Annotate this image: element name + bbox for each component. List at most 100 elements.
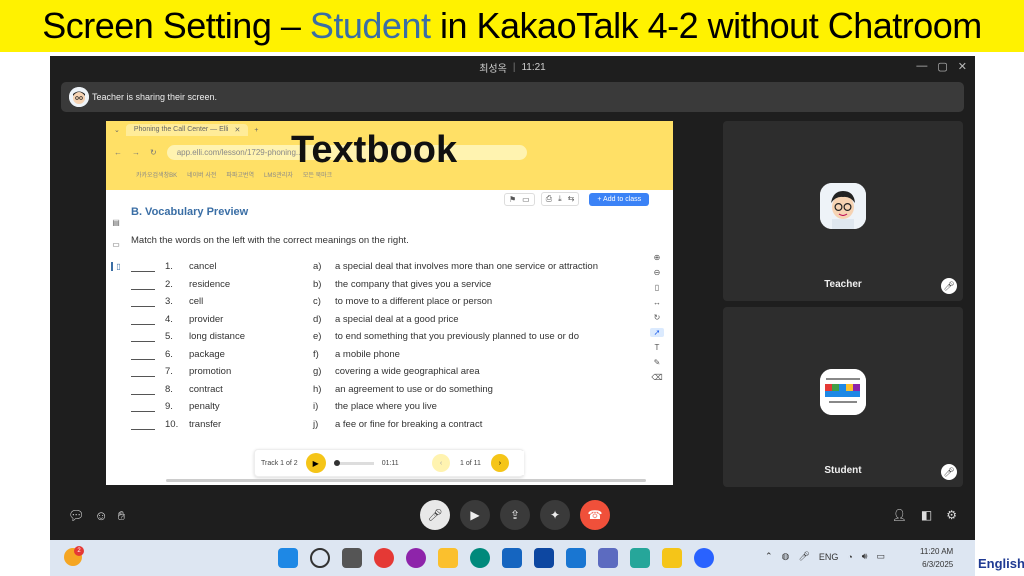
minimize-button[interactable]: — [916, 60, 927, 73]
page-actions[interactable]: ⎙ ⤓ ⇆ [540, 192, 580, 206]
calendar-icon[interactable] [630, 548, 650, 568]
answer-blank[interactable] [131, 279, 155, 290]
annotation-toolbar: ⊕ ⊖ ▯ ↔ ↻ ➚ T ✎ ⌫ [648, 251, 666, 413]
answer-blank[interactable] [131, 296, 155, 307]
definition-text: the company that gives you a service [335, 278, 492, 290]
emoji-icon[interactable]: ☺ [95, 508, 108, 524]
participant-tile-student[interactable]: Student 🎤︎ [723, 307, 963, 487]
banner-title: Screen Setting – Student in KakaoTalk 4-… [42, 5, 982, 47]
answer-blank[interactable] [131, 384, 155, 395]
shared-screen[interactable]: ⌄ Phoning the Call Center — Elli ✕ + ← → … [106, 121, 673, 485]
text-tool-icon[interactable]: T [655, 343, 660, 352]
close-button[interactable]: ✕ [958, 60, 967, 73]
vocab-row: 2. residence b) the company that gives you … [131, 279, 646, 297]
new-tab-icon[interactable]: + [254, 127, 258, 134]
zoom-app-icon[interactable] [694, 548, 714, 568]
definition-letter: b) [313, 278, 322, 290]
teacher-avatar-small [69, 87, 89, 107]
battery-icon[interactable]: ▭ [876, 551, 885, 562]
raise-hand-icon[interactable]: ✋︎ [118, 508, 125, 524]
play-button[interactable]: ▶ [305, 453, 326, 473]
rotate-icon[interactable]: ↻ [654, 313, 661, 322]
file-explorer-icon[interactable] [438, 548, 458, 568]
taskbar-apps [278, 548, 714, 568]
add-to-class-button[interactable]: + Add to class [589, 192, 650, 206]
eraser-tool-icon[interactable]: ⌫ [651, 373, 662, 382]
bookmark-4[interactable]: LMS관리자 [264, 170, 293, 179]
language-indicator[interactable]: ENG [819, 552, 839, 562]
edge-icon[interactable] [470, 548, 490, 568]
start-icon[interactable] [278, 548, 298, 568]
taskbar-clock[interactable]: 11:20 AM 6/3/2025 [920, 545, 953, 571]
copilot-icon[interactable] [406, 548, 426, 568]
network-app-icon[interactable]: ◍ [782, 551, 790, 562]
participant-tile-teacher[interactable]: Teacher 🎤︎ [723, 121, 963, 301]
audio-progress-bar[interactable] [333, 459, 374, 466]
reload-icon[interactable]: ↻ [150, 148, 157, 157]
forward-icon[interactable]: → [132, 148, 140, 157]
zoom-in-icon[interactable]: ⊕ [654, 253, 661, 262]
store-icon[interactable] [502, 548, 522, 568]
horizontal-scrollbar[interactable] [166, 479, 646, 482]
page-icon[interactable]: ▯ [111, 262, 121, 271]
answer-blank[interactable] [131, 401, 155, 412]
back-icon[interactable]: ← [114, 148, 122, 157]
task-view-icon[interactable] [342, 548, 362, 568]
bookmark-3[interactable]: 파파고번역 [226, 170, 254, 179]
browser-tab[interactable]: Phoning the Call Center — Elli ✕ [125, 124, 249, 136]
bookmark-2[interactable]: 네이버 사전 [187, 170, 216, 179]
volume-icon[interactable]: 🔊︎ [862, 551, 868, 562]
maximize-button[interactable]: ▢ [937, 60, 947, 73]
vocab-row: 1. cancel a) a special deal that involves m… [131, 261, 646, 279]
call-main-controls: 🎤︎ ▶ ⇪ ✦ ☎︎ [420, 500, 610, 530]
bookmark-1[interactable]: 카카오검색창BK [136, 170, 177, 179]
answer-blank[interactable] [131, 419, 155, 430]
section-title: B. Vocabulary Preview [131, 206, 249, 218]
search-icon[interactable] [310, 548, 330, 568]
teacher-avatar-icon [820, 183, 866, 229]
settings-gear-icon[interactable]: ⚙ [946, 508, 957, 522]
kakaotalk-icon[interactable] [662, 548, 682, 568]
participants-icon[interactable]: 👤︎ [892, 508, 907, 522]
layout-icon[interactable]: ◧ [921, 508, 932, 522]
print-icon[interactable]: ⎙ [546, 194, 552, 204]
view-options[interactable]: ⚑ ▭ [504, 192, 535, 206]
tab-close-icon[interactable]: ✕ [234, 126, 240, 134]
track-selector[interactable]: Track 1 of 2 [261, 460, 298, 467]
chat-icon[interactable]: ▭ [112, 240, 120, 249]
pointer-tool-icon[interactable]: ➚ [650, 328, 664, 337]
answer-blank[interactable] [131, 366, 155, 377]
end-call-button[interactable]: ☎︎ [580, 500, 610, 530]
page-view-icon[interactable]: ▯ [655, 283, 659, 292]
fit-width-icon[interactable]: ↔ [653, 298, 661, 307]
effects-button[interactable]: ✦ [540, 500, 570, 530]
answer-blank[interactable] [131, 314, 155, 325]
mute-mic-button[interactable]: 🎤︎ [420, 500, 450, 530]
teams-icon[interactable] [598, 548, 618, 568]
chrome-icon[interactable] [374, 548, 394, 568]
chevron-up-icon[interactable]: ⌃ [765, 551, 773, 562]
outlook-icon[interactable] [534, 548, 554, 568]
answer-blank[interactable] [131, 261, 155, 272]
book-icon[interactable]: ▤ [112, 218, 120, 227]
definition-text: a mobile phone [335, 348, 400, 360]
next-page-button[interactable]: › [490, 454, 509, 472]
wifi-icon[interactable]: ◔ [847, 552, 852, 562]
share-screen-button[interactable]: ⇪ [500, 500, 530, 530]
answer-blank[interactable] [131, 331, 155, 342]
definition-text: an agreement to use or do something [335, 383, 493, 395]
vocab-row: 9. penalty i) the place where you live [131, 401, 646, 419]
page-indicator: 1 of 11 [460, 459, 481, 467]
microphone-icon[interactable]: 🎤︎ [798, 551, 809, 562]
answer-blank[interactable] [131, 349, 155, 360]
prev-page-button[interactable]: ‹ [432, 454, 450, 472]
tab-list-icon[interactable]: ⌄ [114, 126, 120, 134]
camera-off-button[interactable]: ▶ [460, 500, 490, 530]
pen-tool-icon[interactable]: ✎ [654, 358, 661, 367]
zoom-out-icon[interactable]: ⊖ [654, 268, 661, 277]
download-icon[interactable]: ⤓ [558, 194, 562, 204]
chat-bubble-icon[interactable]: 💬︎ [68, 508, 85, 524]
vocab-row: 5. long distance e) to end something that y… [131, 331, 646, 349]
outlook-classic-icon[interactable] [566, 548, 586, 568]
share-icon[interactable]: ⇆ [568, 194, 575, 204]
